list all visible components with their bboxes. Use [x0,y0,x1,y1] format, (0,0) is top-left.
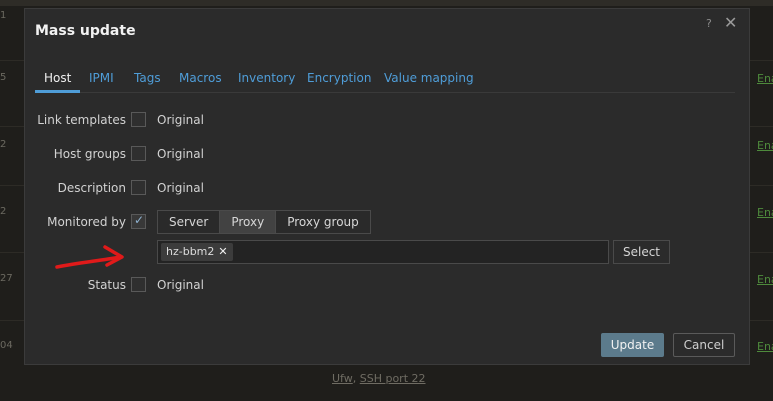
background-row-number: 27 [0,273,13,284]
background-top-strip [0,0,773,6]
link-templates-value: Original [157,113,204,127]
status-value: Original [157,278,204,292]
description-label: Description [57,181,126,195]
proxy-chip-label: hz-bbm2 [166,245,215,258]
background-status-link[interactable]: Ena [757,72,773,85]
dialog-title: Mass update [35,23,136,39]
monitored-by-proxy-group-option[interactable]: Proxy group [275,211,370,233]
proxy-multiselect-input[interactable]: hz-bbm2 ✕ [157,240,609,264]
tab-ipmi[interactable]: IPMI [89,71,114,85]
background-link[interactable]: Ufw [332,372,353,385]
monitored-by-proxy-option[interactable]: Proxy [219,211,276,233]
help-icon[interactable]: ? [706,17,712,30]
chip-remove-icon[interactable]: ✕ [218,245,227,258]
monitored-by-segmented-control: Server Proxy Proxy group [157,210,371,234]
monitored-by-server-option[interactable]: Server [158,211,220,233]
background-status-link[interactable]: Ena [757,273,773,286]
tab-macros[interactable]: Macros [179,71,222,85]
background-row-number: 2 [0,139,7,150]
tab-bar: Host IPMI Tags Macros Inventory Encrypti… [35,69,735,93]
tab-tags[interactable]: Tags [134,71,161,85]
description-value: Original [157,181,204,195]
host-groups-value: Original [157,147,204,161]
background-row-number: 5 [0,72,7,83]
background-row-number: 04 [0,340,13,351]
background-status-link[interactable]: Ena [757,139,773,152]
update-button[interactable]: Update [601,333,664,357]
mass-update-dialog: Mass update ? ✕ Host IPMI Tags Macros In… [24,8,750,365]
proxy-chip: hz-bbm2 ✕ [161,243,233,261]
red-arrow-annotation-icon [55,245,124,269]
monitored-by-label: Monitored by [47,215,126,229]
background-status-link[interactable]: Ena [757,340,773,353]
tab-value-mapping[interactable]: Value mapping [384,71,474,85]
tab-encryption[interactable]: Encryption [307,71,371,85]
status-label: Status [87,278,126,292]
background-row-number: 2 [0,206,7,217]
active-tab-indicator [35,90,80,93]
background-text: Ufw, SSH port 22 [332,372,426,385]
link-templates-label: Link templates [37,113,126,127]
monitored-by-checkbox[interactable]: ✓ [131,213,146,229]
checkmark-icon: ✓ [134,213,145,227]
description-checkbox[interactable] [131,180,146,195]
cancel-button[interactable]: Cancel [673,333,735,357]
host-groups-label: Host groups [53,147,126,161]
tab-inventory[interactable]: Inventory [238,71,295,85]
tab-host[interactable]: Host [44,71,71,85]
background-status-link[interactable]: Ena [757,206,773,219]
status-checkbox[interactable] [131,277,146,292]
background-row-number: 1 [0,10,7,21]
link-templates-checkbox[interactable] [131,112,146,127]
host-groups-checkbox[interactable] [131,146,146,161]
close-icon[interactable]: ✕ [724,13,737,32]
proxy-select-button[interactable]: Select [613,240,670,264]
background-link[interactable]: SSH port 22 [360,372,426,385]
dialog-header: Mass update ? ✕ [25,9,749,55]
